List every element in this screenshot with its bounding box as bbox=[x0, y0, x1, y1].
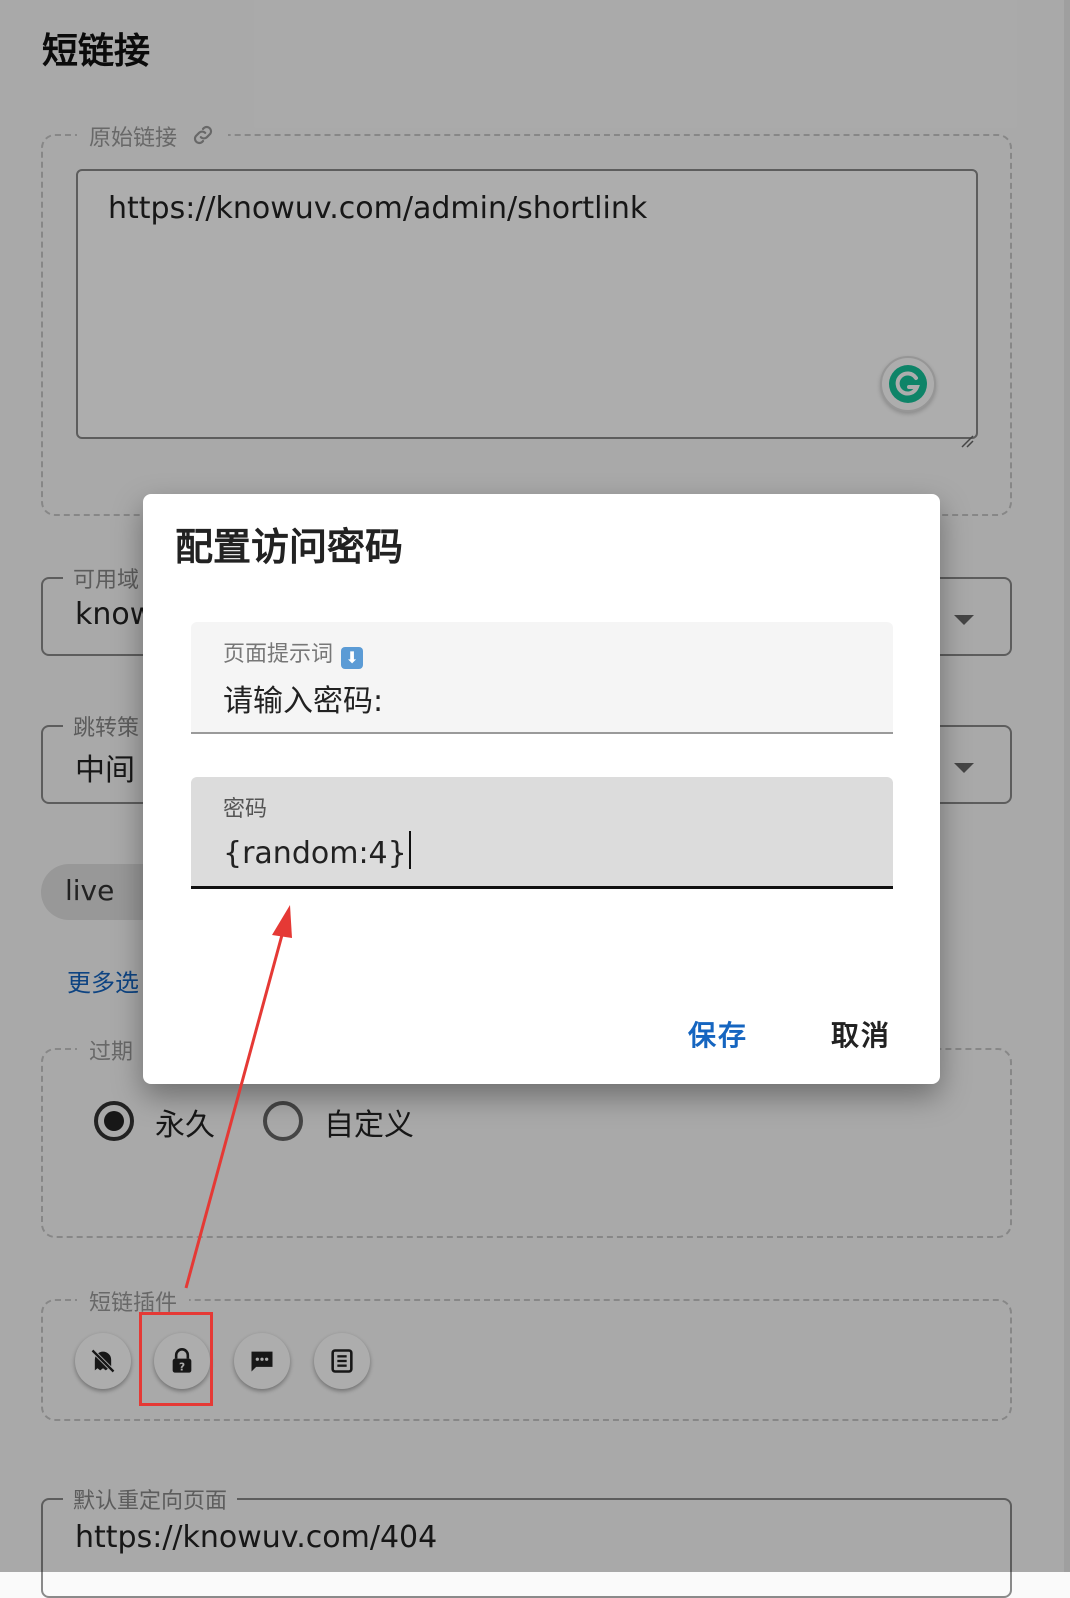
annotation-arrow bbox=[184, 905, 292, 1289]
